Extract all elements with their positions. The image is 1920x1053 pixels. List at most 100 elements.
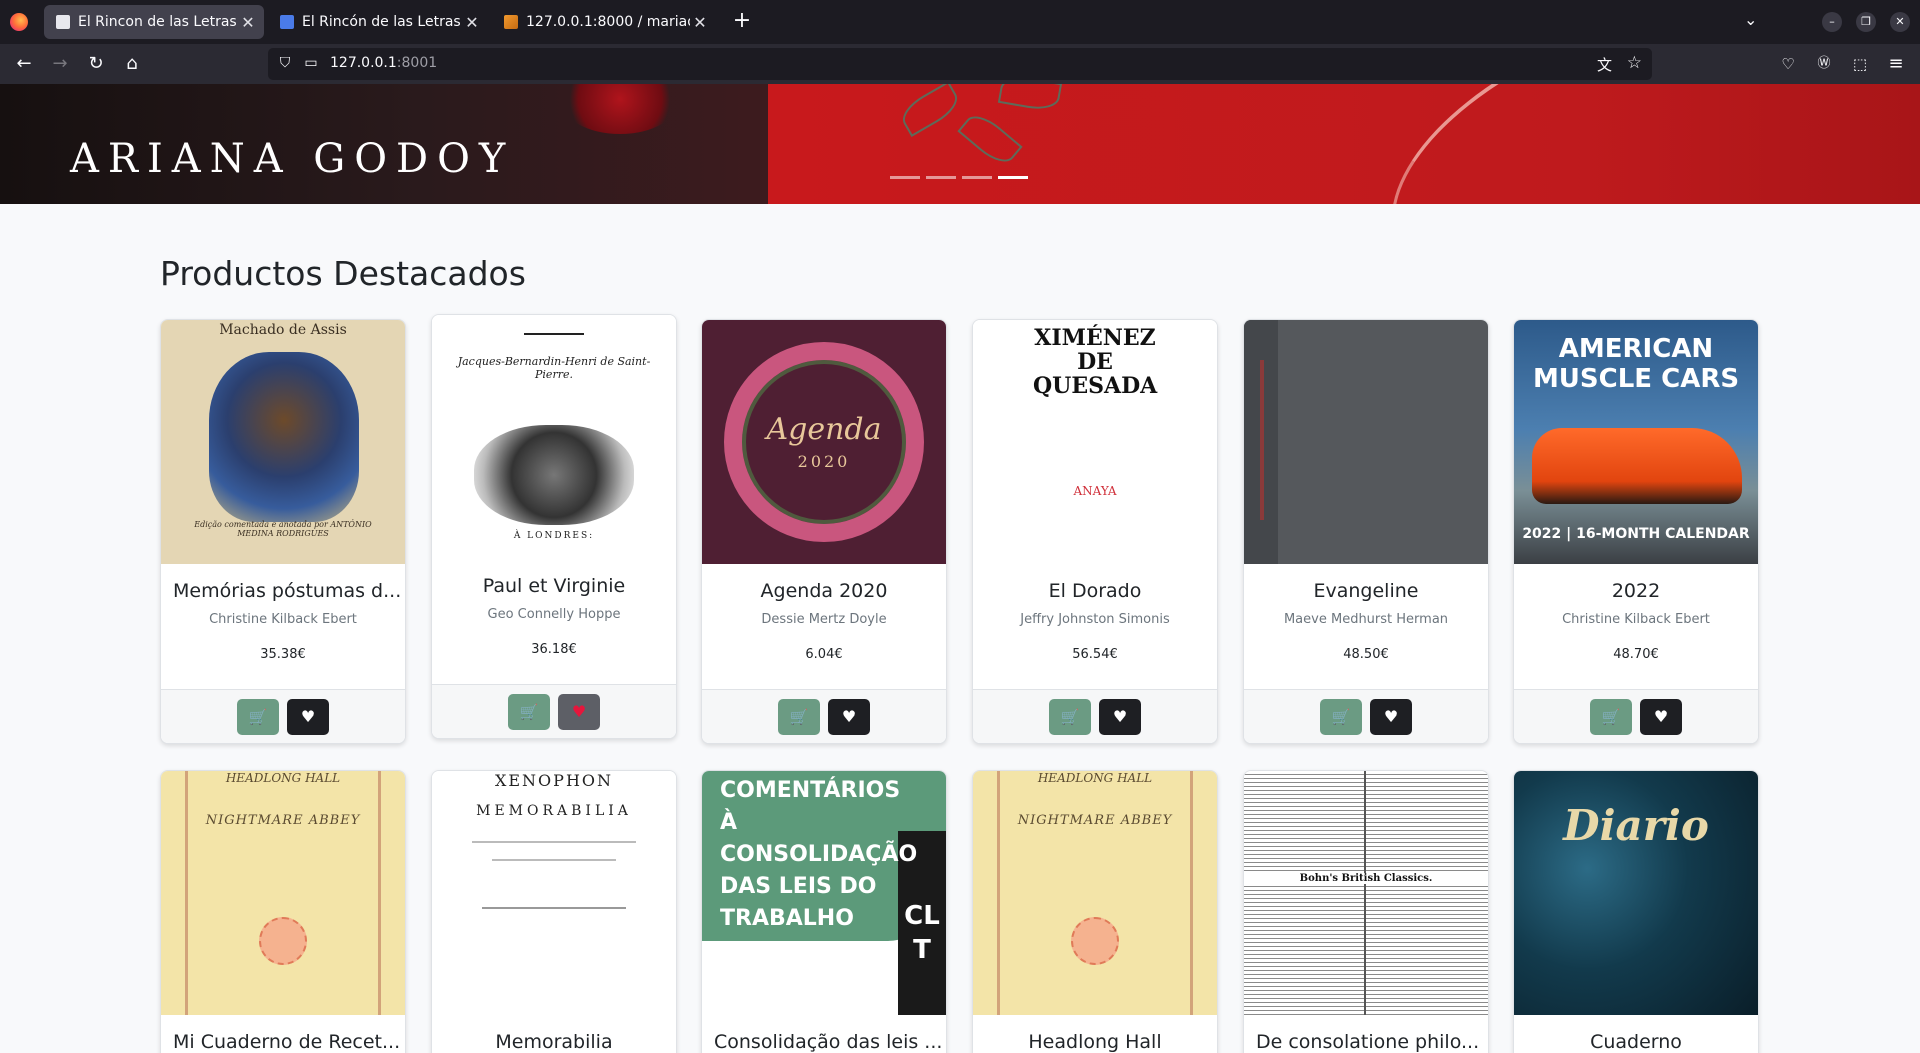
tab-docs[interactable]: El Rincón de las Letras - D ✕	[268, 5, 488, 39]
book-cover-image[interactable]: Diario	[1514, 771, 1758, 1015]
cart-icon: 🛒	[1331, 707, 1351, 726]
new-tab-plus-icon[interactable]: +	[728, 8, 756, 36]
favorite-button[interactable]: ♥	[1640, 698, 1682, 735]
reload-icon[interactable]: ↻	[84, 52, 108, 76]
product-card[interactable]: HEADLONG HALL NIGHTMARE ABBEY Mi Cuadern…	[160, 770, 406, 1053]
product-card[interactable]: COMENTÁRIOS À CONSOLIDAÇÃO DAS LEIS DO T…	[701, 770, 947, 1053]
page-favicon-icon	[56, 15, 70, 29]
book-cover-image[interactable]: COMENTÁRIOS À CONSOLIDAÇÃO DAS LEIS DO T…	[702, 771, 946, 1015]
book-cover-image[interactable]: AMERICAN MUSCLE CARS 2022 | 16-MONTH CAL…	[1514, 320, 1758, 564]
restore-window-icon[interactable]: ❐	[1856, 12, 1876, 32]
extensions-icon[interactable]: ⬚	[1848, 52, 1872, 76]
add-to-cart-button[interactable]: 🛒	[1049, 698, 1091, 735]
menu-hamburger-icon[interactable]: ≡	[1884, 52, 1908, 76]
book-cover-image[interactable]	[1244, 320, 1488, 564]
tab-rincon-letras[interactable]: El Rincon de las Letras ✕	[44, 5, 264, 39]
product-card[interactable]: XENOPHON MEMORABILIA Memorabilia	[431, 770, 677, 1053]
product-card[interactable]: Jacques-Bernardin-Henri de Saint-Pierre.…	[431, 314, 677, 739]
carousel-indicator-3[interactable]	[962, 176, 992, 179]
engraving-illustration	[474, 425, 634, 525]
product-price: 36.18€	[531, 642, 577, 657]
product-card[interactable]: Bohn's British Classics. De consolatione…	[1243, 770, 1489, 1053]
product-card[interactable]: HEADLONG HALL NIGHTMARE ABBEY Headlong H…	[972, 770, 1218, 1053]
seal-emblem	[1071, 917, 1119, 965]
home-icon[interactable]: ⌂	[120, 52, 144, 76]
product-price: 56.54€	[1072, 647, 1118, 662]
book-cover-image[interactable]: HEADLONG HALL NIGHTMARE ABBEY	[161, 771, 405, 1015]
page-info-icon[interactable]: ▭	[302, 55, 320, 73]
product-title[interactable]: El Dorado	[973, 580, 1217, 602]
product-title[interactable]: Cuaderno	[1514, 1031, 1758, 1053]
close-tab-icon[interactable]: ✕	[462, 13, 482, 32]
product-title[interactable]: Headlong Hall	[973, 1031, 1217, 1053]
hero-carousel[interactable]: ARIANA GODOY	[0, 84, 1920, 204]
browser-nav-bar: ← → ↻ ⌂ ⛉ ▭ 127.0.0.1:8001 文 ☆ ♡ Ⓦ ⬚ ≡	[0, 44, 1920, 84]
product-title[interactable]: Agenda 2020	[702, 580, 946, 602]
favorite-button[interactable]: ♥	[828, 698, 870, 735]
heart-icon: ♥	[571, 702, 587, 721]
minimize-window-icon[interactable]: –	[1822, 12, 1842, 32]
bookmark-star-icon[interactable]: ☆	[1627, 53, 1642, 73]
product-card[interactable]: XIMÉNEZ DE QUESADA ANAYA El Dorado Jeffr…	[972, 319, 1218, 744]
product-title[interactable]: Paul et Virginie	[432, 575, 676, 597]
product-price: 35.38€	[260, 647, 306, 662]
back-arrow-icon[interactable]: ←	[12, 52, 36, 76]
list-all-tabs-chevron-icon[interactable]: ⌄	[1744, 10, 1757, 29]
carousel-indicator-1[interactable]	[890, 176, 920, 179]
book-cover-image[interactable]: Bohn's British Classics.	[1244, 771, 1488, 1015]
heart-icon: ♥	[1653, 707, 1669, 726]
close-tab-icon[interactable]: ✕	[238, 13, 258, 32]
url-text[interactable]: 127.0.0.1:8001	[330, 55, 437, 71]
carousel-indicators	[890, 176, 1028, 179]
pocket-icon[interactable]: ♡	[1776, 52, 1800, 76]
product-title[interactable]: Consolidação das leis ...	[702, 1031, 946, 1053]
book-cover-image[interactable]: HEADLONG HALL NIGHTMARE ABBEY	[973, 771, 1217, 1015]
book-cover-image[interactable]: XIMÉNEZ DE QUESADA ANAYA	[973, 320, 1217, 564]
book-cover-image[interactable]: Agenda 2020	[702, 320, 946, 564]
translate-icon[interactable]: 文	[1597, 54, 1612, 75]
rule-line	[524, 333, 584, 335]
product-card[interactable]: AMERICAN MUSCLE CARS 2022 | 16-MONTH CAL…	[1513, 319, 1759, 744]
forward-arrow-icon[interactable]: →	[48, 52, 72, 76]
cover-border	[997, 771, 1193, 1015]
account-icon[interactable]: Ⓦ	[1812, 52, 1836, 76]
favorite-button[interactable]: ♥	[1370, 698, 1412, 735]
product-card[interactable]: Machado de Assis Edição comentada e anot…	[160, 319, 406, 744]
favorite-button[interactable]: ♥	[287, 698, 329, 735]
product-card[interactable]: Diario Cuaderno	[1513, 770, 1759, 1053]
cart-icon: 🛒	[519, 702, 539, 721]
product-author: Geo Connelly Hoppe	[487, 607, 621, 622]
product-price: 6.04€	[805, 647, 843, 662]
card-footer: 🛒 ♥	[973, 689, 1217, 743]
product-price: 48.70€	[1613, 647, 1659, 662]
add-to-cart-button[interactable]: 🛒	[508, 693, 550, 730]
close-tab-icon[interactable]: ✕	[690, 13, 710, 32]
close-window-icon[interactable]: ✕	[1890, 12, 1910, 32]
add-to-cart-button[interactable]: 🛒	[237, 698, 279, 735]
text-line	[472, 841, 636, 843]
product-title[interactable]: 2022	[1514, 580, 1758, 602]
book-cover-image[interactable]: Jacques-Bernardin-Henri de Saint-Pierre.…	[432, 315, 676, 559]
carousel-indicator-4[interactable]	[998, 176, 1028, 179]
product-card[interactable]: Agenda 2020 Agenda 2020 Dessie Mertz Doy…	[701, 319, 947, 744]
add-to-cart-button[interactable]: 🛒	[1320, 698, 1362, 735]
tab-phpmyadmin[interactable]: 127.0.0.1:8000 / mariadb ✕	[492, 5, 716, 39]
product-title[interactable]: Memorabilia	[432, 1031, 676, 1053]
carousel-indicator-2[interactable]	[926, 176, 956, 179]
product-title[interactable]: De consolatione philo...	[1244, 1031, 1488, 1053]
heart-icon: ♥	[841, 707, 857, 726]
firefox-icon[interactable]	[10, 13, 28, 31]
book-cover-image[interactable]: Machado de Assis Edição comentada e anot…	[161, 320, 405, 564]
add-to-cart-button[interactable]: 🛒	[778, 698, 820, 735]
product-card[interactable]: Evangeline Maeve Medhurst Herman 48.50€ …	[1243, 319, 1489, 744]
url-bar[interactable]: ⛉ ▭ 127.0.0.1:8001 文 ☆	[268, 48, 1652, 80]
product-title[interactable]: Evangeline	[1244, 580, 1488, 602]
book-cover-image[interactable]: XENOPHON MEMORABILIA	[432, 771, 676, 1015]
product-title[interactable]: Mi Cuaderno de Recet...	[161, 1031, 405, 1053]
card-footer: 🛒 ♥	[1514, 689, 1758, 743]
add-to-cart-button[interactable]: 🛒	[1590, 698, 1632, 735]
favorite-button[interactable]: ♥	[1099, 698, 1141, 735]
product-title[interactable]: Memórias póstumas d...	[161, 580, 405, 602]
tracking-shield-icon[interactable]: ⛉	[276, 55, 294, 73]
favorite-button[interactable]: ♥	[558, 693, 600, 730]
